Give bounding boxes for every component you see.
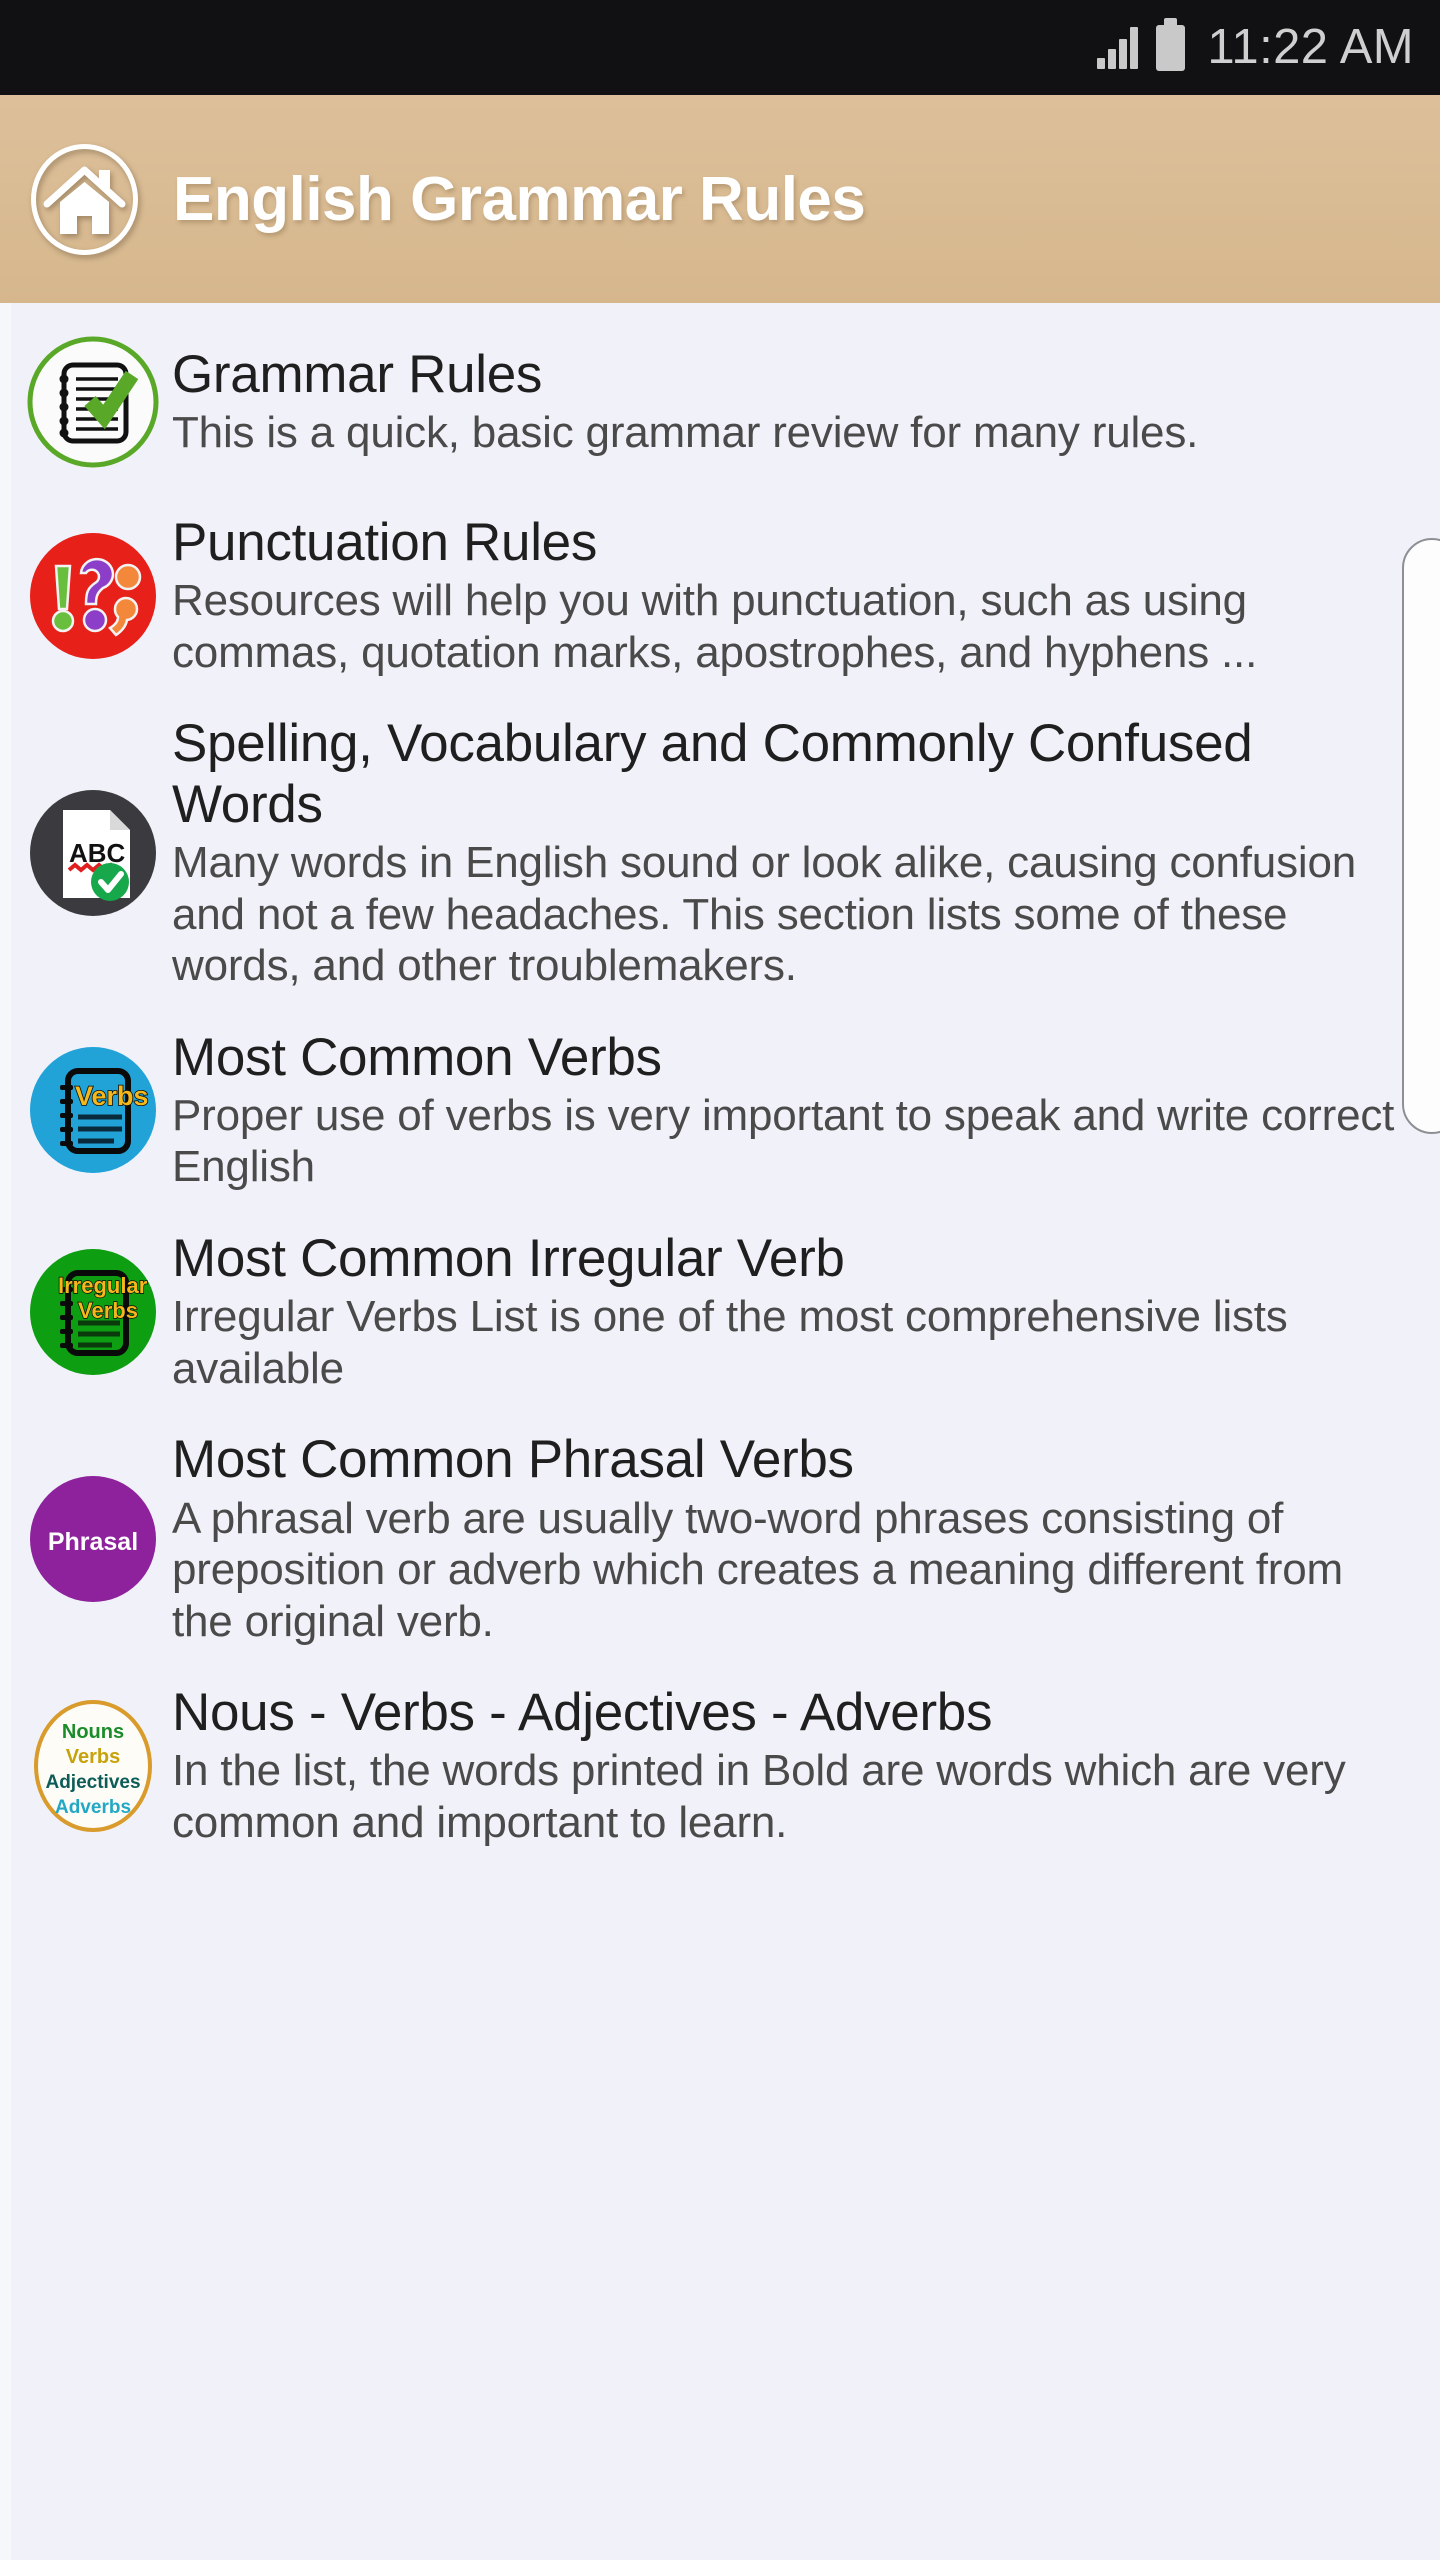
svg-text:Adverbs: Adverbs (55, 1797, 131, 1818)
list-item[interactable]: Verbs Most Common Verbs Proper use of ve… (0, 1010, 1440, 1211)
svg-text:Verbs: Verbs (66, 1746, 120, 1768)
list-item-icon-wrap: Phrasal (22, 1464, 164, 1614)
list-item-text: Most Common Irregular Verb Irregular Ver… (164, 1229, 1410, 1394)
phrasal-badge-icon: Phrasal (18, 1464, 168, 1614)
svg-text:Phrasal: Phrasal (48, 1528, 138, 1556)
svg-text:Verbs: Verbs (75, 1081, 149, 1111)
list-item[interactable]: Grammar Rules This is a quick, basic gra… (0, 309, 1440, 495)
content-scroll-area[interactable]: Grammar Rules This is a quick, basic gra… (0, 303, 1440, 2560)
grammar-topic-list: Grammar Rules This is a quick, basic gra… (0, 303, 1440, 1866)
list-item-title: Most Common Irregular Verb (172, 1228, 845, 1288)
punctuation-marks-icon (18, 521, 168, 671)
list-item-text: Grammar Rules This is a quick, basic gra… (164, 345, 1410, 459)
list-item-icon-wrap: Irregular Verbs (22, 1237, 164, 1387)
list-item-title: Most Common Phrasal Verbs (172, 1430, 854, 1490)
list-item-description: This is a quick, basic grammar review fo… (172, 408, 1199, 458)
list-item-title: Grammar Rules (172, 345, 543, 405)
verbs-notepad-icon: Verbs (18, 1035, 168, 1185)
irregular-verbs-notepad-icon: Irregular Verbs (18, 1237, 168, 1387)
list-item[interactable]: Punctuation Rules Resources will help yo… (0, 495, 1440, 696)
status-bar-right-group: 11:22 AM (1097, 17, 1414, 74)
list-item[interactable]: Irregular Verbs Most Common Irregular Ve… (0, 1211, 1440, 1412)
status-bar: 11:22 AM (0, 0, 1440, 95)
list-item-description: Resources will help you with punctuation… (172, 576, 1258, 677)
list-item-description: Proper use of verbs is very important to… (172, 1090, 1395, 1192)
svg-text:Adjectives: Adjectives (45, 1772, 140, 1793)
list-item-icon-wrap (22, 521, 164, 671)
list-item-text: Punctuation Rules Resources will help yo… (164, 513, 1410, 678)
list-item-icon-wrap (22, 327, 164, 477)
list-item[interactable]: Nouns Verbs Adjectives Adverbs Nous - Ve… (0, 1665, 1440, 1866)
list-item-description: Many words in English sound or look alik… (172, 838, 1356, 991)
home-icon[interactable] (27, 142, 142, 257)
abc-spellcheck-document-icon: ABC (18, 778, 168, 928)
list-item-icon-wrap: ABC (22, 778, 164, 928)
svg-text:Irregular: Irregular (58, 1273, 148, 1298)
list-item-description: In the list, the words printed in Bold a… (172, 1746, 1346, 1847)
list-item-text: Most Common Phrasal Verbs A phrasal verb… (164, 1430, 1410, 1647)
signal-bars-icon (1097, 26, 1139, 69)
list-item[interactable]: Phrasal Most Common Phrasal Verbs A phra… (0, 1412, 1440, 1665)
list-item-title: Spelling, Vocabulary and Commonly Confus… (172, 714, 1253, 834)
app-header: English Grammar Rules (0, 95, 1440, 303)
list-item[interactable]: ABC Spelling, Vocabulary and Commonly Co… (0, 696, 1440, 1009)
list-item-title: Most Common Verbs (172, 1027, 662, 1087)
notepad-check-icon (18, 327, 168, 477)
list-item-description: Irregular Verbs List is one of the most … (172, 1292, 1288, 1393)
svg-text:Nouns: Nouns (62, 1721, 124, 1743)
list-item-icon-wrap: Nouns Verbs Adjectives Adverbs (22, 1691, 164, 1841)
list-item-text: Nous - Verbs - Adjectives - Adverbs In t… (164, 1683, 1410, 1848)
svg-text:ABC: ABC (69, 838, 126, 868)
vertical-scrollbar[interactable] (1402, 538, 1440, 1134)
page-title: English Grammar Rules (173, 164, 866, 234)
status-bar-clock: 11:22 AM (1207, 20, 1414, 74)
parts-of-speech-icon: Nouns Verbs Adjectives Adverbs (18, 1691, 168, 1841)
list-item-description: A phrasal verb are usually two-word phra… (172, 1493, 1343, 1646)
list-item-icon-wrap: Verbs (22, 1035, 164, 1185)
battery-full-icon (1156, 17, 1186, 71)
list-item-title: Nous - Verbs - Adjectives - Adverbs (172, 1683, 993, 1743)
list-item-text: Spelling, Vocabulary and Commonly Confus… (164, 714, 1410, 991)
list-item-title: Punctuation Rules (172, 513, 598, 572)
list-item-text: Most Common Verbs Proper use of verbs is… (164, 1028, 1410, 1193)
svg-text:Verbs: Verbs (78, 1298, 138, 1323)
